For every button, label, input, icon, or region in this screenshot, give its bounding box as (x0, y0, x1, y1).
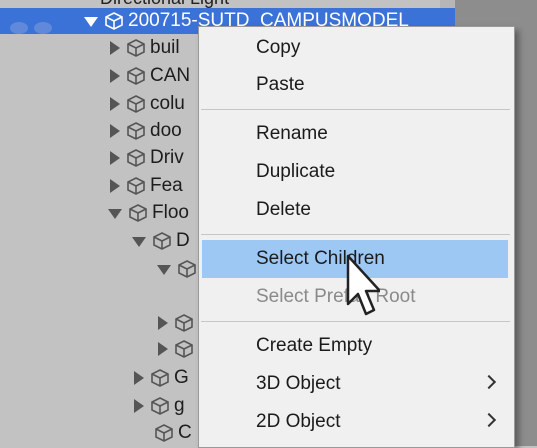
hierarchy-item[interactable]: doo (110, 116, 182, 146)
expand-arrow-icon[interactable] (134, 371, 144, 385)
hierarchy-item[interactable]: colu (110, 89, 185, 119)
hierarchy-item[interactable]: g (134, 391, 185, 421)
eye-icon[interactable] (10, 22, 28, 34)
hierarchy-item[interactable]: Floo (108, 198, 189, 228)
hierarchy-item-label: D (176, 230, 190, 251)
menu-item-copy[interactable]: Copy (199, 29, 512, 67)
menu-item-create-empty[interactable]: Create Empty (199, 327, 512, 365)
menu-item-label: 3D Object (256, 373, 341, 394)
menu-item-label: Delete (256, 199, 311, 220)
menu-item-delete[interactable]: Delete (199, 191, 512, 229)
submenu-arrow-icon (481, 374, 497, 390)
expand-arrow-icon[interactable] (110, 41, 120, 55)
expand-arrow-icon[interactable] (108, 209, 122, 219)
menu-separator (201, 234, 510, 235)
hierarchy-item-label: doo (150, 120, 182, 141)
mouse-cursor-icon (346, 254, 380, 316)
gameobject-icon (127, 149, 145, 167)
menu-item-label: Duplicate (256, 161, 336, 182)
menu-item-2d-object[interactable]: 2D Object (199, 403, 512, 441)
expand-arrow-icon[interactable] (110, 124, 120, 138)
gameobject-icon (151, 397, 169, 415)
gameobject-icon (105, 12, 123, 30)
expand-arrow-icon[interactable] (134, 399, 144, 413)
expand-arrow-icon[interactable] (158, 316, 168, 330)
gameobject-icon (127, 95, 145, 113)
menu-item-duplicate[interactable]: Duplicate (199, 153, 512, 191)
hierarchy-item-label: C (178, 422, 192, 443)
hierarchy-item[interactable] (158, 334, 194, 364)
menu-item-3d-object[interactable]: 3D Object (199, 365, 512, 403)
hierarchy-item[interactable] (157, 254, 197, 284)
hierarchy-item[interactable]: Fea (110, 171, 183, 201)
gameobject-icon (178, 260, 196, 278)
expand-arrow-icon[interactable] (158, 342, 168, 356)
hierarchy-item-label: g (174, 395, 185, 416)
hierarchy-item[interactable]: C (148, 418, 192, 448)
menu-item-rename[interactable]: Rename (199, 115, 512, 153)
hierarchy-item-label: G (174, 367, 189, 388)
hierarchy-item-label: colu (150, 93, 185, 114)
menu-item-label: Select Prefab Root (256, 286, 416, 307)
menu-item-label: Paste (256, 74, 305, 95)
hierarchy-item-label: buil (150, 37, 180, 58)
gameobject-icon (127, 67, 145, 85)
menu-separator (201, 321, 510, 322)
visibility-toggles[interactable] (10, 18, 52, 34)
hierarchy-item-label: Driv (150, 147, 184, 168)
expand-arrow-icon[interactable] (157, 265, 171, 275)
menu-item-label: Copy (256, 37, 301, 58)
submenu-arrow-icon (481, 412, 497, 428)
gameobject-icon (175, 340, 193, 358)
menu-item-label: 2D Object (256, 411, 341, 432)
gameobject-icon (175, 314, 193, 332)
hierarchy-item[interactable]: CAN (110, 61, 190, 91)
gameobject-icon (127, 177, 145, 195)
gameobject-icon (127, 39, 145, 57)
gameobject-icon (155, 424, 173, 442)
menu-separator (201, 109, 510, 110)
expand-arrow-icon[interactable] (110, 69, 120, 83)
hierarchy-item[interactable]: buil (110, 33, 180, 63)
hierarchy-item[interactable]: D (132, 226, 190, 256)
pickable-icon[interactable] (34, 22, 52, 34)
expand-arrow-icon[interactable] (84, 17, 98, 27)
gameobject-icon (151, 369, 169, 387)
menu-item-label: Rename (256, 123, 328, 144)
hierarchy-item-label: Floo (152, 202, 189, 223)
hierarchy-item-label: CAN (150, 65, 191, 86)
gameobject-icon (127, 122, 145, 140)
hierarchy-item-label: Fea (150, 175, 183, 196)
expand-arrow-icon[interactable] (110, 97, 120, 111)
hierarchy-item[interactable]: G (134, 363, 189, 393)
gameobject-icon (129, 204, 147, 222)
expand-arrow-icon[interactable] (132, 237, 146, 247)
hierarchy-item[interactable]: Driv (110, 143, 184, 173)
menu-item-label: Create Empty (256, 335, 373, 356)
expand-arrow-icon[interactable] (110, 151, 120, 165)
gameobject-icon (153, 232, 171, 250)
expand-arrow-icon[interactable] (110, 179, 120, 193)
menu-item-paste[interactable]: Paste (199, 66, 512, 104)
context-menu: Copy Paste Rename Duplicate Delete Selec… (198, 26, 515, 448)
